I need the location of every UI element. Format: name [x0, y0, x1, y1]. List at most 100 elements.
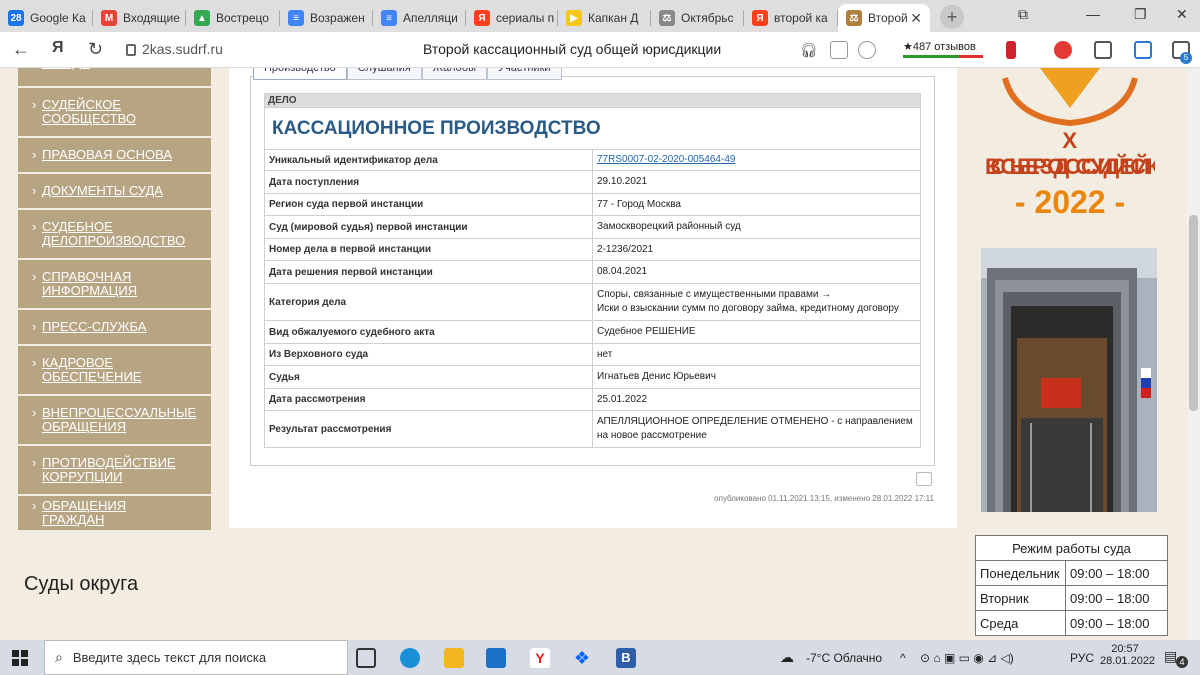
published-info: опубликовано 01.11.2021 13:15, изменено …: [714, 494, 934, 503]
sidebar-item[interactable]: Справочная информация: [18, 258, 211, 308]
schedule-row: Понедельник 09:00 – 18:00: [975, 560, 1168, 586]
sidebar-item-label: Противодействие коррупции: [18, 456, 188, 484]
browser-tab[interactable]: Ясериалы п: [466, 4, 558, 32]
row-label: Категория дела: [264, 283, 593, 321]
close-window-icon[interactable]: ✕: [1176, 6, 1188, 23]
sidebar-item[interactable]: Противодействие коррупции: [18, 444, 211, 494]
windows-start-icon[interactable]: [12, 650, 28, 666]
search-placeholder: Введите здесь текст для поиска: [72, 650, 267, 665]
schedule-hours: 09:00 – 18:00: [1065, 610, 1168, 636]
schedule-caption: Режим работы суда: [975, 535, 1168, 561]
sidebar-item[interactable]: Кадровое обеспечение: [18, 344, 211, 394]
row-value: 25.01.2022: [592, 388, 921, 411]
schedule-hours: 09:00 – 18:00: [1065, 560, 1168, 586]
dropbox-icon[interactable]: ❖: [572, 648, 592, 668]
yandex-browser-icon[interactable]: Y: [530, 648, 550, 668]
schedule-row: Вторник 09:00 – 18:00: [975, 585, 1168, 611]
row-value: 77 - Город Москва: [592, 193, 921, 216]
case-tab[interactable]: Слушания: [346, 68, 422, 80]
vk-app-icon[interactable]: B: [616, 648, 636, 668]
sidebar-item[interactable]: Обращения граждан: [18, 494, 211, 530]
docs-icon: ≡: [381, 10, 397, 26]
bookmark-icon[interactable]: [1006, 41, 1016, 59]
case-table: ДЕЛО КАССАЦИОННОЕ ПРОИЗВОДСТВО Уникальны…: [264, 93, 921, 448]
clock[interactable]: 20:57 28.01.2022: [1100, 643, 1155, 667]
sidebar-item[interactable]: Судейское сообщество: [18, 86, 211, 136]
rating-badge[interactable]: ★487 отзывов: [903, 40, 983, 58]
edge-icon[interactable]: [400, 648, 420, 668]
taskbar-search[interactable]: ⌕ Введите здесь текст для поиска: [44, 640, 348, 675]
row-label: Дата решения первой инстанции: [264, 260, 593, 284]
tab-actions-icon[interactable]: ⧉: [1018, 6, 1028, 23]
stop-icon[interactable]: [1054, 41, 1072, 59]
restore-icon[interactable]: ❐: [1134, 6, 1147, 23]
new-tab-button[interactable]: +: [940, 5, 964, 29]
browser-tab[interactable]: M Входящие: [93, 4, 186, 32]
minimize-icon[interactable]: —: [1086, 6, 1100, 22]
sidebar-menu: О суде Судейское сообщество Правовая основ…: [18, 56, 211, 530]
browser-tab[interactable]: ≡ Возражен: [280, 4, 373, 32]
task-view-icon[interactable]: [356, 648, 376, 668]
sidebar-item[interactable]: Внепроцессуальные обращения: [18, 394, 211, 444]
browser-tab-label: Второй: [868, 11, 908, 25]
extension-icon[interactable]: [1094, 41, 1112, 59]
weather-text[interactable]: -7°C Облачно: [806, 651, 882, 665]
weather-icon[interactable]: ☁: [780, 649, 794, 666]
search-icon: ⌕: [55, 649, 63, 665]
headphones-icon[interactable]: 🎧︎: [800, 42, 818, 59]
case-id-link[interactable]: 77RS0007-02-2020-005464-49: [597, 154, 735, 165]
bookmarks-manager-icon[interactable]: [1134, 41, 1152, 59]
browser-tab[interactable]: ▶ Капкан Д: [558, 4, 651, 32]
browser-tab[interactable]: ≡ Апелляци: [373, 4, 466, 32]
browser-tab-strip: ⧉ — ❐ ✕ + 28 Google Ка M Входящие ▲ Вострецо ≡…: [0, 0, 1200, 32]
browser-tab[interactable]: ⚖ Октябрьс: [651, 4, 744, 32]
protect-icon[interactable]: [858, 41, 876, 59]
sidebar-item-label: Справочная информация: [18, 270, 188, 298]
sidebar-item-label: Пресс-служба: [18, 320, 146, 335]
browser-tab[interactable]: ▲ Вострецо: [186, 4, 280, 32]
gmail-icon: M: [101, 10, 117, 26]
case-tab[interactable]: Участники: [486, 68, 562, 80]
tray-icons[interactable]: ⊙ ⌂ ▣ ▭ ◉ ⊿ ◁): [920, 651, 1014, 665]
schedule-day: Понедельник: [975, 560, 1066, 586]
taskbar: ⌕ Введите здесь текст для поиска Y ❖ B ☁…: [0, 640, 1200, 675]
sidebar-item[interactable]: Пресс-служба: [18, 308, 211, 344]
browser-tab[interactable]: Явторой ка: [744, 4, 838, 32]
table-row: Суд (мировой судья) первой инстанции Замо…: [264, 215, 921, 239]
close-tab-icon[interactable]: ✕: [910, 10, 922, 27]
table-row: Вид обжалуемого судебного акта Судебное Р…: [264, 320, 921, 344]
table-row: Номер дела в первой инстанции 2-1236/2021: [264, 238, 921, 261]
row-label: Результат рассмотрения: [264, 410, 593, 448]
sidebar-item[interactable]: Документы суда: [18, 172, 211, 208]
file-explorer-icon[interactable]: [444, 648, 464, 668]
congress-banner[interactable]: X ВСЕРОССИЙСКИЙ СЪЕЗД СУДЕЙ - 2022 -: [985, 68, 1155, 228]
browser-tab-label: Капкан Д: [588, 11, 639, 25]
browser-tab-label: второй ка: [774, 11, 828, 25]
case-tab[interactable]: Жалобы: [421, 68, 487, 80]
sidebar-item-label: Обращения граждан: [18, 499, 188, 527]
row-value: 08.04.2021: [592, 260, 921, 284]
court-building-photo: [981, 248, 1157, 512]
sidebar-item-label: Документы суда: [18, 184, 163, 199]
browser-tab[interactable]: ⚖ Второй ✕: [838, 4, 930, 32]
tray-chevron-icon[interactable]: ^: [900, 651, 906, 665]
emblem-icon: [1002, 68, 1138, 127]
case-tab[interactable]: Производство: [253, 68, 347, 80]
notification-badge: 5: [1180, 52, 1192, 64]
regions-heading: Суды округа: [24, 573, 139, 595]
table-row: Дата рассмотрения 25.01.2022: [264, 388, 921, 411]
court-icon: ⚖: [659, 10, 675, 26]
sidebar-item[interactable]: Судебное делопроизводство: [18, 208, 211, 258]
schedule-hours: 09:00 – 18:00: [1065, 585, 1168, 611]
mail-icon[interactable]: [486, 648, 506, 668]
language-indicator[interactable]: РУС: [1070, 651, 1094, 665]
sidebar-item[interactable]: О суде: [18, 54, 211, 72]
browser-tab-label: Google Ка: [30, 11, 86, 25]
print-icon[interactable]: [916, 472, 932, 486]
sidebar-item-label: Внепроцессуальные обращения: [18, 406, 196, 434]
sidebar-item[interactable]: Правовая основа: [18, 136, 211, 172]
scrollbar-thumb[interactable]: [1189, 215, 1198, 411]
browser-tab[interactable]: 28 Google Ка: [0, 4, 93, 32]
reader-icon[interactable]: [830, 41, 848, 59]
row-label: Дата поступления: [264, 170, 593, 194]
